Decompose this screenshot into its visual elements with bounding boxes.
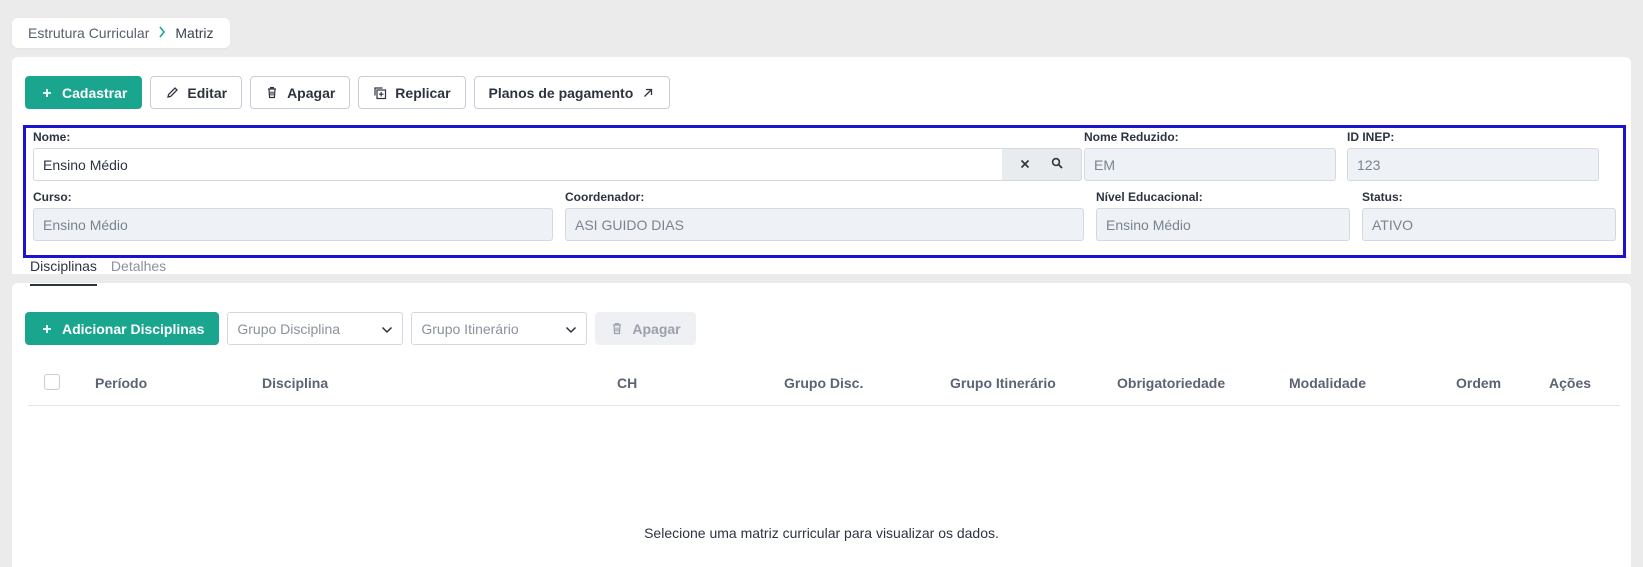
nome-label: Nome: xyxy=(33,130,71,144)
nivel-educacional-label: Nível Educacional: xyxy=(1096,190,1203,204)
nome-reduzido-label: Nome Reduzido: xyxy=(1084,130,1179,144)
external-link-icon xyxy=(641,86,655,100)
trash-icon xyxy=(610,322,624,336)
copy-icon xyxy=(373,86,387,100)
grupo-disciplina-select[interactable]: Grupo Disciplina xyxy=(227,312,404,345)
coordenador-label: Coordenador: xyxy=(565,190,645,204)
status-field[interactable]: ATIVO xyxy=(1362,208,1616,241)
column-grupo-itinerario[interactable]: Grupo Itinerário xyxy=(950,375,1056,391)
apagar-button[interactable]: Apagar xyxy=(250,76,351,109)
search-icon[interactable] xyxy=(1051,156,1063,174)
cadastrar-label: Cadastrar xyxy=(62,84,128,101)
breadcrumb-parent[interactable]: Estrutura Curricular xyxy=(28,25,149,41)
breadcrumb-current: Matriz xyxy=(175,25,214,41)
cadastrar-button[interactable]: Cadastrar xyxy=(25,76,143,109)
nome-field-actions xyxy=(1002,148,1082,181)
tab-disciplinas[interactable]: Disciplinas xyxy=(30,258,97,286)
column-ordem[interactable]: Ordem xyxy=(1456,375,1501,391)
plus-icon xyxy=(40,322,54,336)
column-grupo-disc[interactable]: Grupo Disc. xyxy=(784,375,863,391)
disciplinas-toolbar: Adicionar Disciplinas Grupo Disciplina G… xyxy=(25,312,696,345)
chevron-right-icon xyxy=(158,26,166,41)
trash-icon xyxy=(265,86,279,100)
breadcrumb: Estrutura Curricular Matriz xyxy=(12,18,230,48)
curso-label: Curso: xyxy=(33,190,72,204)
curso-field[interactable]: Ensino Médio xyxy=(33,208,553,241)
column-ch[interactable]: CH xyxy=(617,375,637,391)
planos-pagamento-label: Planos de pagamento xyxy=(488,84,634,101)
tab-detalhes[interactable]: Detalhes xyxy=(111,258,166,286)
apagar-label: Apagar xyxy=(287,84,336,101)
plus-icon xyxy=(40,86,54,100)
id-inep-field[interactable]: 123 xyxy=(1347,148,1599,181)
grupo-itinerario-select[interactable]: Grupo Itinerário xyxy=(411,312,588,345)
editar-label: Editar xyxy=(187,84,228,101)
column-obrigatoriedade[interactable]: Obrigatoriedade xyxy=(1117,375,1225,391)
column-periodo[interactable]: Período xyxy=(95,375,147,391)
chevron-down-icon xyxy=(565,321,577,337)
replicar-label: Replicar xyxy=(395,84,451,101)
editar-button[interactable]: Editar xyxy=(150,76,243,109)
apagar-disciplina-button[interactable]: Apagar xyxy=(595,312,696,345)
replicar-button[interactable]: Replicar xyxy=(358,76,466,109)
tabs: Disciplinas Detalhes xyxy=(30,258,166,286)
planos-pagamento-button[interactable]: Planos de pagamento xyxy=(473,76,671,109)
status-label: Status: xyxy=(1362,190,1403,204)
adicionar-disciplinas-button[interactable]: Adicionar Disciplinas xyxy=(25,312,220,345)
adicionar-disciplinas-label: Adicionar Disciplinas xyxy=(62,320,205,337)
grupo-disciplina-placeholder: Grupo Disciplina xyxy=(237,320,341,337)
nome-field[interactable]: Ensino Médio xyxy=(33,148,1003,181)
coordenador-field[interactable]: ASI GUIDO DIAS xyxy=(565,208,1084,241)
main-toolbar: Cadastrar Editar Apagar Replicar Planos … xyxy=(25,76,671,109)
apagar-disciplina-label: Apagar xyxy=(632,320,681,337)
select-all-checkbox[interactable] xyxy=(44,374,60,390)
chevron-down-icon xyxy=(381,321,393,337)
clear-icon[interactable] xyxy=(1020,156,1030,174)
nivel-educacional-field[interactable]: Ensino Médio xyxy=(1096,208,1350,241)
column-modalidade[interactable]: Modalidade xyxy=(1289,375,1366,391)
table-header: Período Disciplina CH Grupo Disc. Grupo … xyxy=(28,366,1620,406)
grupo-itinerario-placeholder: Grupo Itinerário xyxy=(421,320,519,337)
column-disciplina[interactable]: Disciplina xyxy=(262,375,328,391)
nome-reduzido-field[interactable]: EM xyxy=(1084,148,1336,181)
id-inep-label: ID INEP: xyxy=(1347,130,1395,144)
column-acoes: Ações xyxy=(1549,375,1592,391)
pencil-icon xyxy=(165,86,179,100)
empty-table-message: Selecione uma matriz curricular para vis… xyxy=(644,525,999,541)
